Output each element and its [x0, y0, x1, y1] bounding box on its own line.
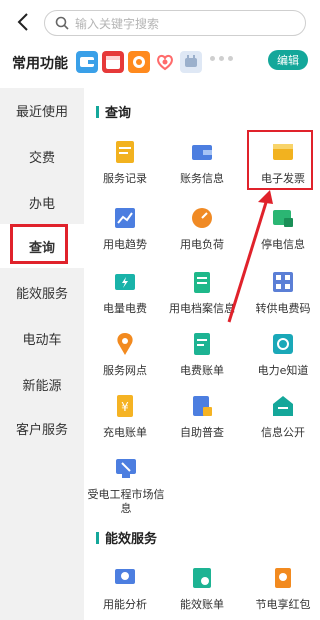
annotation-arrow-icon	[227, 190, 273, 323]
